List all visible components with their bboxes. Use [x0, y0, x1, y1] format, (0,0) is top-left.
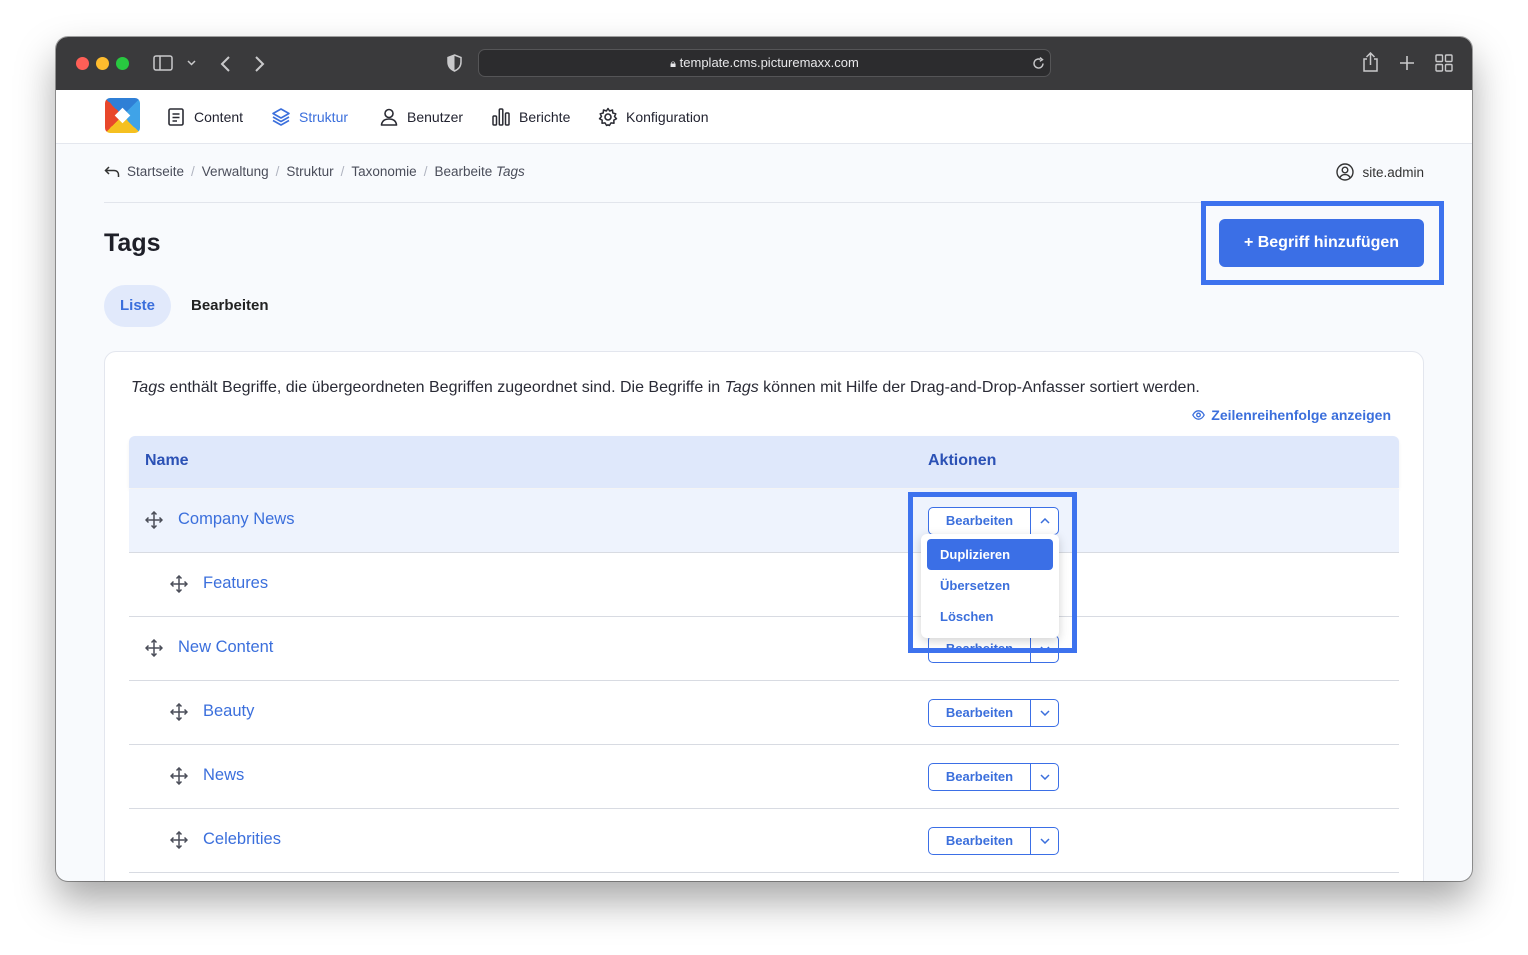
tab-overview-icon[interactable] — [1435, 54, 1453, 72]
breadcrumb-current-vocabulary: Tags — [496, 164, 525, 179]
nav-item-benutzer[interactable]: Benutzer — [379, 105, 463, 129]
table-row: Beauty Bearbeiten — [129, 681, 1399, 745]
edit-split-button: Bearbeiten — [928, 699, 1059, 727]
nav-item-label: Content — [194, 109, 244, 125]
close-window-button[interactable] — [76, 57, 89, 70]
main-navigation: Content Struktur Benutzer Berichte Konfi… — [56, 90, 1472, 144]
description-text: Tags enthält Begriffe, die übergeordnete… — [131, 379, 1200, 397]
drag-handle-icon[interactable] — [169, 702, 189, 722]
term-name-link[interactable]: Company News — [178, 510, 294, 529]
breadcrumb-item-struktur[interactable]: Struktur — [286, 164, 333, 179]
highlight-box — [1201, 201, 1444, 285]
chevron-down-icon[interactable] — [1031, 828, 1058, 854]
content-card: Tags enthält Begriffe, die übergeordnete… — [104, 351, 1424, 881]
nav-item-label: Struktur — [299, 109, 349, 125]
gear-icon — [598, 107, 618, 127]
breadcrumb-item-verwaltung[interactable]: Verwaltung — [202, 164, 269, 179]
drag-handle-icon[interactable] — [144, 638, 164, 658]
description-vocabulary-1: Tags — [131, 379, 166, 396]
breadcrumb: Startseite / Verwaltung / Struktur / Tax… — [104, 164, 525, 179]
browser-window: 🔒︎ template.cms.picturemaxx.com Content … — [56, 37, 1472, 881]
table-header: Name Aktionen — [129, 436, 1399, 488]
nav-item-struktur[interactable]: Struktur — [271, 105, 348, 129]
nav-item-label: Konfiguration — [626, 109, 709, 125]
edit-button[interactable]: Bearbeiten — [929, 700, 1031, 726]
column-header-name: Name — [145, 452, 189, 469]
term-name-link[interactable]: Features — [203, 574, 268, 593]
edit-split-button: Bearbeiten — [928, 827, 1059, 855]
chevron-down-icon[interactable] — [1031, 764, 1058, 790]
table-row: Company News Bearbeiten — [129, 489, 1399, 553]
breadcrumb-current-prefix: Bearbeite — [434, 164, 493, 179]
breadcrumb-separator: / — [275, 164, 280, 179]
breadcrumb-item-taxonomie[interactable]: Taxonomie — [351, 164, 416, 179]
drag-handle-icon[interactable] — [169, 766, 189, 786]
bar-chart-icon — [492, 108, 510, 126]
description-vocabulary-2: Tags — [724, 379, 759, 396]
column-header-aktionen: Aktionen — [928, 452, 997, 469]
edit-button[interactable]: Bearbeiten — [929, 828, 1031, 854]
nav-item-label: Benutzer — [407, 109, 464, 125]
page-title: Tags — [104, 229, 161, 257]
eye-icon — [1192, 410, 1206, 420]
edit-split-button: Bearbeiten — [928, 763, 1059, 791]
user-menu[interactable]: site.admin — [1336, 163, 1424, 181]
url-text: template.cms.picturemaxx.com — [679, 55, 859, 70]
nav-item-berichte[interactable]: Berichte — [491, 105, 570, 129]
breadcrumb-separator: / — [423, 164, 428, 179]
tab-bearbeiten[interactable]: Bearbeiten — [175, 285, 285, 327]
table-row: Celebrities Bearbeiten — [129, 809, 1399, 873]
chevron-down-icon[interactable] — [1031, 700, 1058, 726]
nav-item-label: Berichte — [519, 109, 571, 125]
drag-handle-icon[interactable] — [169, 830, 189, 850]
drag-handle-icon[interactable] — [144, 510, 164, 530]
back-arrow-icon[interactable] — [104, 165, 120, 179]
layers-icon — [272, 108, 290, 126]
app-logo[interactable] — [105, 98, 140, 133]
tab-liste[interactable]: Liste — [104, 285, 172, 327]
term-name-link[interactable]: New Content — [178, 638, 273, 657]
table-row: News Bearbeiten — [129, 745, 1399, 809]
description-part-1: enthält Begriffe, die übergeordneten Beg… — [165, 379, 725, 396]
drag-handle-icon[interactable] — [169, 574, 189, 594]
document-icon — [168, 108, 184, 126]
shield-icon[interactable] — [447, 54, 462, 72]
browser-toolbar: 🔒︎ template.cms.picturemaxx.com — [56, 37, 1472, 90]
show-row-order-label: Zeilenreihenfolge anzeigen — [1211, 407, 1391, 423]
address-bar[interactable]: 🔒︎ template.cms.picturemaxx.com — [478, 49, 1051, 77]
description-part-2: können mit Hilfe der Drag-and-Drop-Anfas… — [758, 379, 1200, 396]
table-row: FeaturesBearbeiten — [129, 553, 1399, 617]
term-name-link[interactable]: News — [203, 766, 244, 785]
share-icon[interactable] — [1362, 52, 1379, 72]
table-row: New Content Bearbeiten — [129, 617, 1399, 681]
zoom-window-button[interactable] — [116, 57, 129, 70]
term-name-link[interactable]: Celebrities — [203, 830, 281, 849]
nav-item-content[interactable]: Content — [166, 105, 243, 129]
breadcrumb-separator: / — [191, 164, 195, 179]
forward-icon[interactable] — [254, 55, 266, 73]
edit-button[interactable]: Bearbeiten — [929, 764, 1031, 790]
new-tab-icon[interactable] — [1399, 55, 1415, 71]
lock-icon: 🔒︎ — [670, 58, 677, 70]
breadcrumb-separator: / — [340, 164, 345, 179]
breadcrumb-item-startseite[interactable]: Startseite — [127, 164, 184, 179]
highlight-box — [908, 492, 1077, 653]
show-row-order-link[interactable]: Zeilenreihenfolge anzeigen — [1192, 407, 1391, 423]
minimize-window-button[interactable] — [96, 57, 109, 70]
user-icon — [380, 108, 398, 126]
chevron-down-icon[interactable] — [187, 60, 196, 66]
user-circle-icon — [1336, 163, 1355, 181]
back-icon[interactable] — [219, 55, 231, 73]
term-name-link[interactable]: Beauty — [203, 702, 254, 721]
sidebar-toggle-icon[interactable] — [153, 55, 173, 71]
nav-item-konfiguration[interactable]: Konfiguration — [598, 105, 709, 129]
reload-icon[interactable] — [1032, 57, 1045, 70]
breadcrumb-current: Bearbeite Tags — [434, 164, 524, 179]
username: site.admin — [1362, 164, 1424, 180]
